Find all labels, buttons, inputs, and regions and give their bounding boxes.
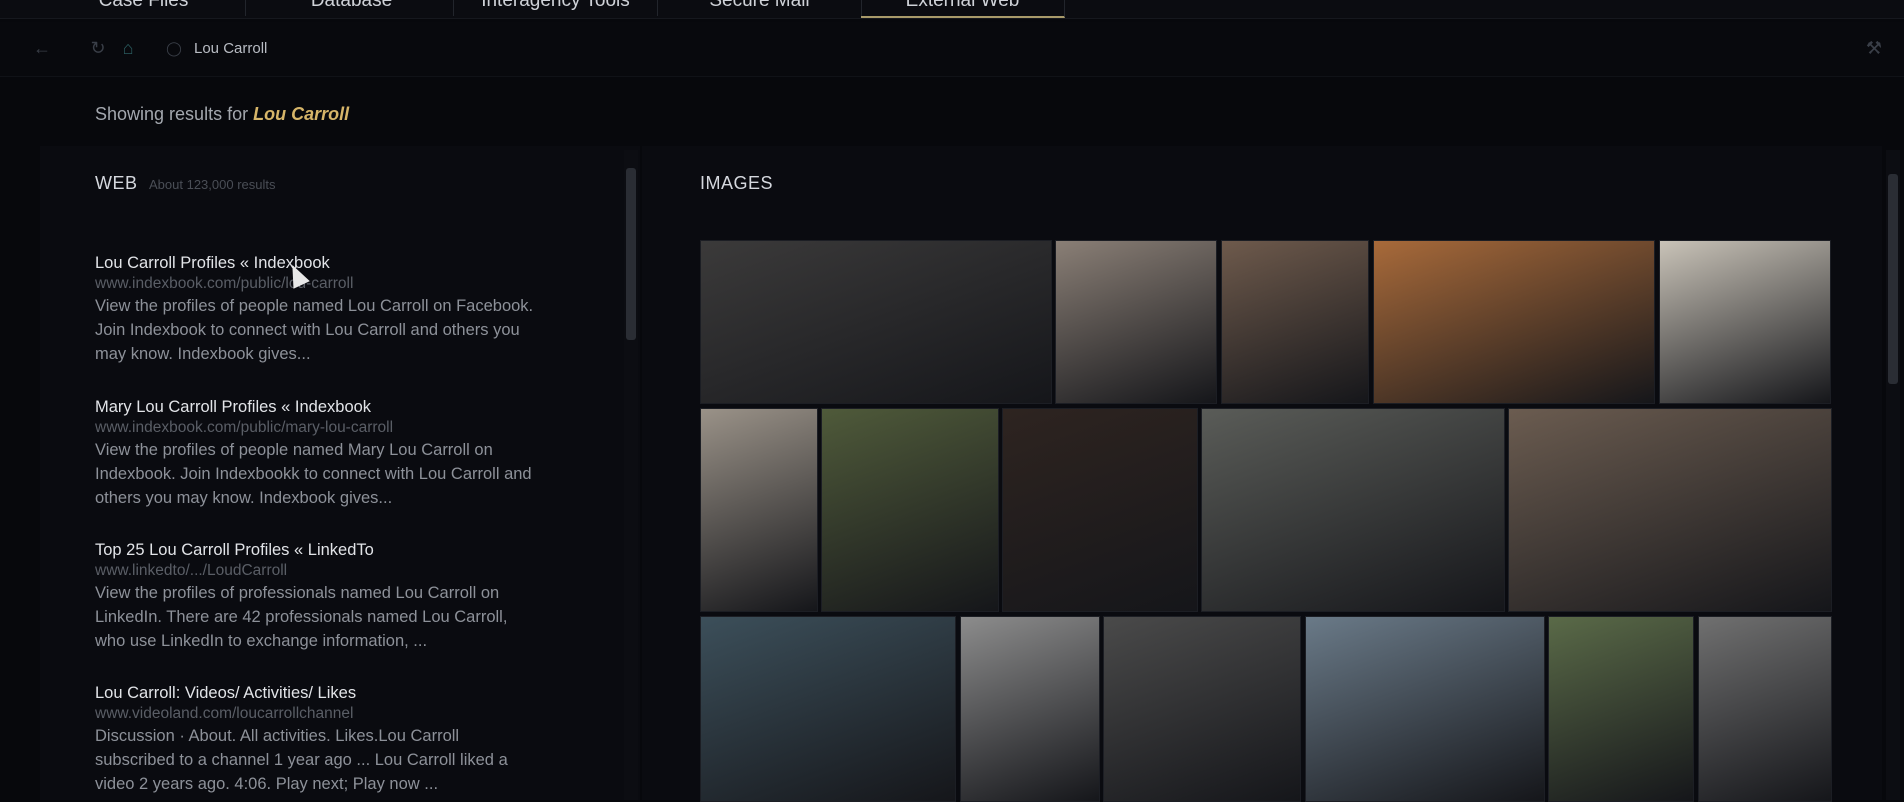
wrench-icon[interactable]: ⚒ <box>1864 38 1884 58</box>
showing-prefix: Showing results for <box>95 104 249 124</box>
top-tab-bar: Case Files Database Interagency Tools Se… <box>0 0 1904 19</box>
arrow-left-icon[interactable]: ← <box>32 38 52 58</box>
tab-case-files[interactable]: Case Files <box>42 0 246 16</box>
web-result-title[interactable]: Top 25 Lou Carroll Profiles « LinkedTo <box>95 540 535 560</box>
nav-bar: ← ↻ ⌂ ◯ Lou Carroll ⚒ <box>0 22 1904 77</box>
image-elderly-woman[interactable] <box>1548 616 1694 802</box>
web-result-url[interactable]: www.indexbook.com/public/lou-carroll <box>95 273 535 294</box>
home-icon[interactable]: ⌂ <box>118 38 138 58</box>
web-result[interactable]: Mary Lou Carroll Profiles « Indexbook ww… <box>95 397 535 510</box>
tab-interagency-tools[interactable]: Interagency Tools <box>454 0 658 16</box>
web-section-title: WEB <box>95 173 138 193</box>
image-vintage-portrait[interactable] <box>1103 616 1301 802</box>
web-result-url[interactable]: www.linkedto/.../LoudCarroll <box>95 560 535 581</box>
web-scrollbar[interactable] <box>624 150 638 800</box>
web-result-desc: View the profiles of professionals named… <box>95 584 508 650</box>
image-toddler-path[interactable] <box>1201 408 1505 612</box>
image-man-child-shoulders[interactable] <box>700 408 818 612</box>
lock-icon: ◯ <box>166 40 182 56</box>
web-result-title[interactable]: Mary Lou Carroll Profiles « Indexbook <box>95 397 535 417</box>
web-result[interactable]: Lou Carroll Profiles « Indexbook www.ind… <box>95 253 535 366</box>
image-couple-boat[interactable] <box>960 616 1100 802</box>
image-gardener[interactable] <box>821 408 999 612</box>
tab-external-web[interactable]: External Web <box>861 0 1065 18</box>
images-scrollbar[interactable] <box>1886 150 1900 800</box>
web-result-title[interactable]: Lou Carroll: Videos/ Activities/ Likes <box>95 683 535 703</box>
web-result[interactable]: Lou Carroll: Videos/ Activities/ Likes w… <box>95 683 535 796</box>
image-pumpkin[interactable] <box>1373 240 1655 404</box>
web-result-desc: View the profiles of people named Lou Ca… <box>95 297 534 363</box>
image-older-man-smiling[interactable] <box>1055 240 1217 404</box>
images-section-title: IMAGES <box>700 173 774 193</box>
image-shirtless-man[interactable] <box>1698 616 1832 802</box>
web-result-count: About 123,000 results <box>149 177 276 192</box>
image-family-portrait[interactable] <box>700 240 1052 404</box>
tab-secure-mail[interactable]: Secure Mail <box>658 0 862 16</box>
image-selfie-sunglasses[interactable] <box>1305 616 1545 802</box>
image-man-woman-outdoors[interactable] <box>700 616 956 802</box>
refresh-icon[interactable]: ↻ <box>88 38 108 58</box>
web-result-desc: View the profiles of people named Mary L… <box>95 441 532 507</box>
image-young-man-tie[interactable] <box>1221 240 1369 404</box>
image-boy-pumpkin[interactable] <box>1659 240 1831 404</box>
web-result[interactable]: Top 25 Lou Carroll Profiles « LinkedTo w… <box>95 540 535 653</box>
web-result-url[interactable]: www.videoland.com/loucarrollchannel <box>95 703 535 724</box>
tab-database[interactable]: Database <box>250 0 454 16</box>
image-man-kissing-baby[interactable] <box>1508 408 1832 612</box>
address-bar[interactable]: Lou Carroll <box>194 40 267 57</box>
web-result-url[interactable]: www.indexbook.com/public/mary-lou-carrol… <box>95 417 535 438</box>
web-scroll-thumb[interactable] <box>626 168 636 340</box>
web-result-title[interactable]: Lou Carroll Profiles « Indexbook <box>95 253 535 273</box>
images-scroll-thumb[interactable] <box>1888 174 1898 384</box>
search-query: Lou Carroll <box>253 104 350 124</box>
web-result-desc: Discussion · About. All activities. Like… <box>95 727 508 793</box>
image-young-man-portrait[interactable] <box>1002 408 1198 612</box>
results-header: Showing results for Lou Carroll <box>95 104 349 125</box>
